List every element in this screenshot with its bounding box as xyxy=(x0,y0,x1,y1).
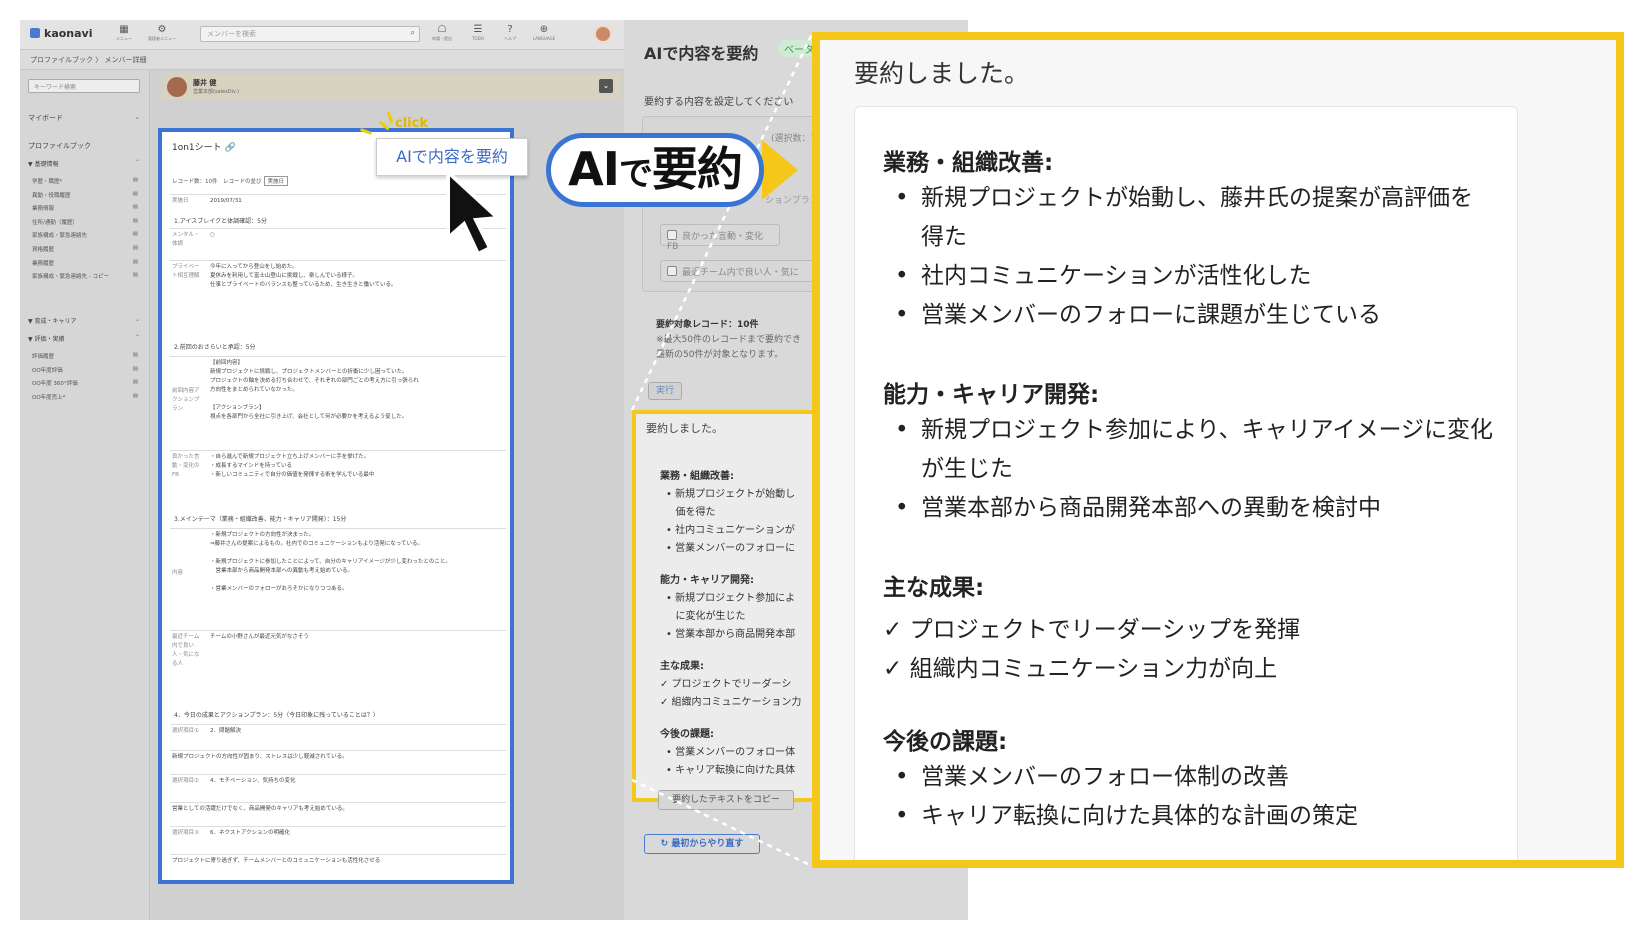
summary-done: 要約しました。 xyxy=(854,59,1030,88)
ai-summary-badge: AIで要約 xyxy=(546,133,764,207)
summary-bullet: • 新規プロジェクトが始動し、藤井氏の提案が高評価を得た xyxy=(895,185,1473,250)
summary-bullet: • 新規プロジェクト参加により、キャリアイメージに変化が生じた xyxy=(895,417,1494,482)
summary-bullet: • 営業メンバーのフォローに課題が生じている xyxy=(895,302,1381,328)
summary-bullet: • 営業メンバーのフォロー体制の改善 xyxy=(895,764,1289,790)
arrow-right-icon xyxy=(762,140,798,200)
summary-heading: 主な成果: xyxy=(883,575,985,601)
summary-check-item: ✓ 組織内コミュニケーション力が向上 xyxy=(883,656,1278,682)
summary-card: 業務・組織改善: • 新規プロジェクトが始動し、藤井氏の提案が高評価を得た • 社内コミ… xyxy=(854,106,1518,860)
summary-bullet: • キャリア転換に向けた具体的な計画の策定 xyxy=(895,803,1358,829)
summary-heading: 能力・キャリア開発: xyxy=(883,382,1100,408)
summary-heading: 今後の課題: xyxy=(883,729,1008,755)
summary-zoom: 要約しました。 業務・組織改善: • 新規プロジェクトが始動し、藤井氏の提案が高評価… xyxy=(812,32,1624,868)
summary-bullet: • 社内コミュニケーションが活性化した xyxy=(895,263,1312,289)
summary-check-item: ✓ プロジェクトでリーダーシップを発揮 xyxy=(883,617,1301,643)
summary-bullet: • 営業本部から商品開発本部への異動を検討中 xyxy=(895,495,1381,521)
summary-heading: 業務・組織改善: xyxy=(883,150,1054,176)
